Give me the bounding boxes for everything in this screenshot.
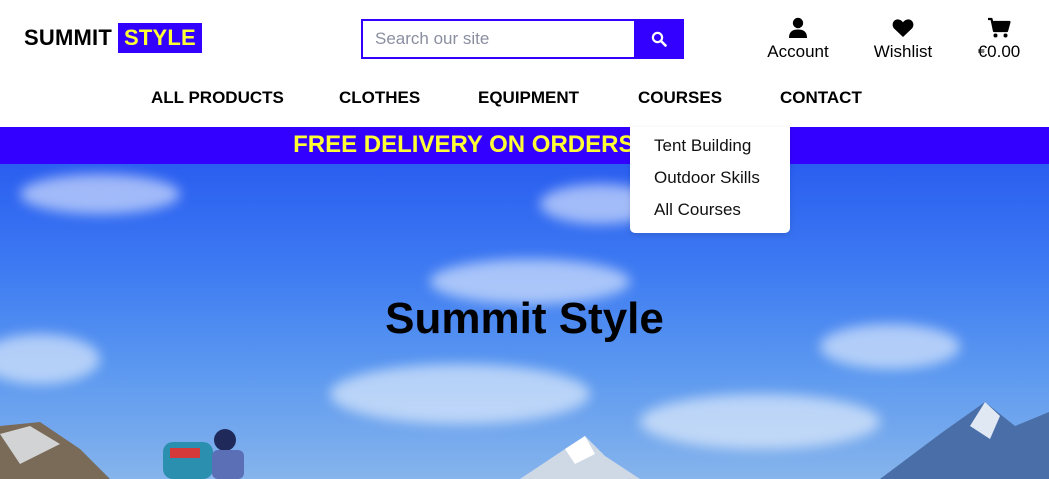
promo-banner: FREE DELIVERY ON ORDERS OVER €50: [0, 127, 1049, 164]
nav-clothes[interactable]: CLOTHES: [339, 88, 420, 108]
hero-title: Summit Style: [385, 294, 664, 343]
nav-equipment[interactable]: EQUIPMENT: [478, 88, 579, 108]
cart-link[interactable]: €0.00: [974, 16, 1024, 62]
site-logo[interactable]: SUMMIT STYLE: [24, 23, 202, 53]
courses-dropdown: Tent Building Outdoor Skills All Courses: [630, 127, 790, 233]
hiker-figure: [163, 429, 244, 479]
site-header: SUMMIT STYLE Account Wishlist: [0, 0, 1049, 127]
search-icon: [651, 31, 667, 47]
nav-all-products[interactable]: ALL PRODUCTS: [151, 88, 284, 108]
search-button[interactable]: [634, 19, 684, 59]
user-icon: [789, 17, 807, 38]
account-link[interactable]: Account: [766, 16, 830, 62]
account-label: Account: [767, 42, 829, 61]
dropdown-item-tent-building[interactable]: Tent Building: [654, 136, 751, 156]
promo-text: FREE DELIVERY ON ORDERS OVER €50: [293, 131, 756, 158]
logo-text-style: STYLE: [117, 23, 202, 53]
wishlist-link[interactable]: Wishlist: [872, 16, 934, 62]
nav-courses[interactable]: COURSES: [638, 88, 722, 108]
search-input[interactable]: [361, 19, 634, 59]
logo-text-summit: SUMMIT: [24, 25, 112, 50]
dropdown-item-all-courses[interactable]: All Courses: [654, 200, 741, 220]
dropdown-item-outdoor-skills[interactable]: Outdoor Skills: [654, 168, 760, 188]
wishlist-label: Wishlist: [873, 42, 933, 61]
cart-total: €0.00: [977, 42, 1021, 61]
search-form: [361, 19, 684, 59]
cart-icon: [988, 17, 1011, 38]
heart-icon: [892, 19, 914, 37]
main-nav: ALL PRODUCTS CLOTHES EQUIPMENT COURSES C…: [0, 88, 1049, 110]
nav-contact[interactable]: CONTACT: [780, 88, 862, 108]
hero-section: Summit Style: [0, 164, 1049, 479]
